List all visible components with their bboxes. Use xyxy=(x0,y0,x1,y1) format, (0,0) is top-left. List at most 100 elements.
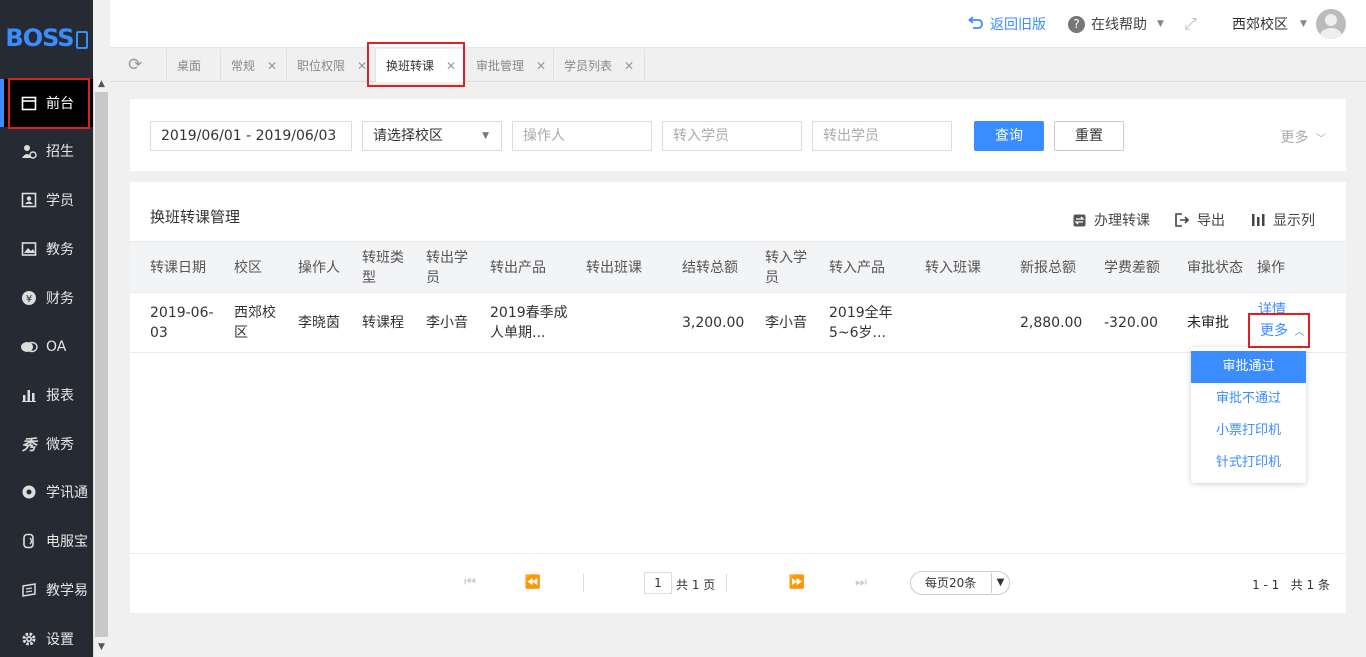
sidebar-item-dianfubao[interactable]: 电服宝 xyxy=(0,517,93,565)
scroll-down-button[interactable]: ▼ xyxy=(93,639,110,655)
sidebar-item-frontdesk[interactable]: 前台 xyxy=(0,79,93,127)
out-student-input[interactable]: 转出学员 xyxy=(812,121,952,151)
more-filters-label: 更多 xyxy=(1280,130,1309,146)
tab-general[interactable]: 常规 ✕ xyxy=(220,49,287,82)
bar-chart-icon xyxy=(20,386,38,404)
sidebar-item-jiaoxueyi[interactable]: 教学易 xyxy=(0,566,93,614)
dot-matrix-printer-option[interactable]: 针式打印机 xyxy=(1191,447,1306,479)
more-filters-toggle[interactable]: 更多 ﹀ xyxy=(1281,127,1326,147)
close-icon[interactable]: ✕ xyxy=(267,59,277,73)
sidebar-item-label: 财务 xyxy=(46,291,74,307)
sidebar-item-label: 设置 xyxy=(46,632,74,648)
col-new-total[interactable]: 新报总额 xyxy=(1020,242,1090,294)
back-old-version-link[interactable]: 返回旧版 xyxy=(968,14,1046,34)
tab-position-permissions[interactable]: 职位权限 ✕ xyxy=(286,49,377,82)
sidebar-item-reports[interactable]: 报表 xyxy=(0,371,93,419)
next-page-icon[interactable]: ⏩ xyxy=(782,571,812,595)
page-size-select[interactable]: 每页20条 ▼ xyxy=(910,571,1010,595)
online-help-menu[interactable]: ? 在线帮助 ▼ xyxy=(1068,14,1164,34)
export-button[interactable]: 导出 xyxy=(1175,210,1225,230)
swap-icon xyxy=(1072,213,1086,227)
date-range-picker[interactable]: 2019/06/01 - 2019/06/03 xyxy=(150,121,352,151)
calendar-icon xyxy=(20,94,38,112)
reset-button[interactable]: 重置 xyxy=(1054,121,1124,151)
col-diff[interactable]: 学费差额 xyxy=(1104,242,1174,294)
col-actions: 操作 xyxy=(1257,260,1285,276)
tab-label: 常规 xyxy=(231,59,256,73)
sidebar-item-label: 教学易 xyxy=(46,583,88,599)
pager-separator xyxy=(583,574,584,592)
sidebar: BOSS 前台 招生 学员 教务 ¥ 财务 OA 报表 秀 微秀 学讯通 电服宝 xyxy=(0,0,93,657)
cell-in-student: 李小音 xyxy=(765,315,807,331)
sidebar-item-enroll[interactable]: 招生 xyxy=(0,127,93,175)
first-page-icon[interactable]: ⏮ xyxy=(455,571,485,595)
close-icon[interactable]: ✕ xyxy=(536,59,546,73)
cell-operator: 李晓茵 xyxy=(298,315,340,331)
col-operator[interactable]: 操作人 xyxy=(298,242,348,294)
sidebar-item-academic[interactable]: 教务 xyxy=(0,225,93,273)
search-button[interactable]: 查询 xyxy=(974,121,1044,151)
sidebar-item-settings[interactable]: 设置 xyxy=(0,615,93,657)
more-actions-button[interactable]: 更多 ︿ xyxy=(1260,320,1304,340)
tab-approval-management[interactable]: 审批管理 ✕ xyxy=(465,49,556,82)
receipt-printer-option[interactable]: 小票打印机 xyxy=(1191,415,1306,447)
topbar: 返回旧版 ? 在线帮助 ▼ ⤢ 西郊校区 ▼ xyxy=(110,0,1366,48)
close-icon[interactable]: ✕ xyxy=(624,59,634,73)
sidebar-item-weixiu[interactable]: 秀 微秀 xyxy=(0,420,93,468)
operator-input[interactable]: 操作人 xyxy=(512,121,652,151)
pagination-summary: 1 - 1 共 1 条 xyxy=(1252,578,1330,592)
detail-link[interactable]: 详情 xyxy=(1258,299,1286,319)
campus-label: 西郊校区 xyxy=(1232,17,1288,33)
col-date[interactable]: 转课日期 xyxy=(150,242,210,294)
tab-class-transfer[interactable]: 换班转课 ✕ xyxy=(375,49,467,82)
tab-label: 桌面 xyxy=(177,59,202,73)
prev-page-icon[interactable]: ⏪ xyxy=(518,571,548,595)
campus-select-label: 请选择校区 xyxy=(373,128,443,144)
tab-student-list[interactable]: 学员列表 ✕ xyxy=(553,49,646,82)
sidebar-item-label: 教务 xyxy=(46,242,74,258)
cell-type: 转课程 xyxy=(362,315,404,331)
sidebar-item-label: OA xyxy=(46,339,67,355)
campus-switcher[interactable]: 西郊校区 ▼ xyxy=(1232,14,1307,34)
tab-desktop[interactable]: 桌面 xyxy=(166,49,211,82)
sidebar-item-oa[interactable]: OA xyxy=(0,323,93,371)
sidebar-item-label: 报表 xyxy=(46,388,74,404)
phone-icon xyxy=(20,532,38,550)
fullscreen-icon[interactable]: ⤢ xyxy=(1184,14,1197,34)
total-pages-text: 共 1 页 xyxy=(676,578,716,592)
col-in-class[interactable]: 转入班课 xyxy=(925,242,1005,294)
col-out-student[interactable]: 转出学员 xyxy=(426,242,470,294)
cell-campus: 西郊校区 xyxy=(234,305,276,341)
col-status[interactable]: 审批状态 xyxy=(1187,242,1247,294)
chevron-down-icon: ▼ xyxy=(1157,19,1164,29)
in-student-input[interactable]: 转入学员 xyxy=(662,121,802,151)
col-in-product[interactable]: 转入产品 xyxy=(829,242,909,294)
cell-status: 未审批 xyxy=(1187,315,1229,331)
sidebar-item-label: 微秀 xyxy=(46,437,74,453)
columns-button[interactable]: 显示列 xyxy=(1251,210,1315,230)
campus-select[interactable]: 请选择校区 ▼ xyxy=(362,121,502,151)
sidebar-item-xuexuntong[interactable]: 学讯通 xyxy=(0,468,93,516)
close-icon[interactable]: ✕ xyxy=(446,59,456,73)
page-number-input[interactable]: 1 xyxy=(644,572,672,594)
col-carry-total[interactable]: 结转总额 xyxy=(682,242,752,294)
cell-in-class xyxy=(925,293,1005,353)
refresh-icon[interactable]: ⟳ xyxy=(128,56,146,74)
col-campus[interactable]: 校区 xyxy=(234,242,284,294)
col-in-student[interactable]: 转入学员 xyxy=(765,242,809,294)
col-out-class[interactable]: 转出班课 xyxy=(586,242,666,294)
handle-transfer-button[interactable]: 办理转课 xyxy=(1072,210,1150,230)
col-type[interactable]: 转班类型 xyxy=(362,242,406,294)
scroll-up-button[interactable]: ▲ xyxy=(93,76,110,92)
avatar[interactable] xyxy=(1316,9,1346,39)
col-out-product[interactable]: 转出产品 xyxy=(490,242,570,294)
sidebar-item-finance[interactable]: ¥ 财务 xyxy=(0,274,93,322)
sidebar-scroll-thumb[interactable] xyxy=(95,92,108,637)
sidebar-item-label: 学讯通 xyxy=(46,485,88,501)
last-page-icon[interactable]: ⏭ xyxy=(846,571,876,595)
close-icon[interactable]: ✕ xyxy=(357,59,367,73)
approve-option[interactable]: 审批通过 xyxy=(1191,351,1306,383)
cell-carry-total: 3,200.00 xyxy=(682,315,745,331)
reject-option[interactable]: 审批不通过 xyxy=(1191,383,1306,415)
sidebar-item-students[interactable]: 学员 xyxy=(0,176,93,224)
